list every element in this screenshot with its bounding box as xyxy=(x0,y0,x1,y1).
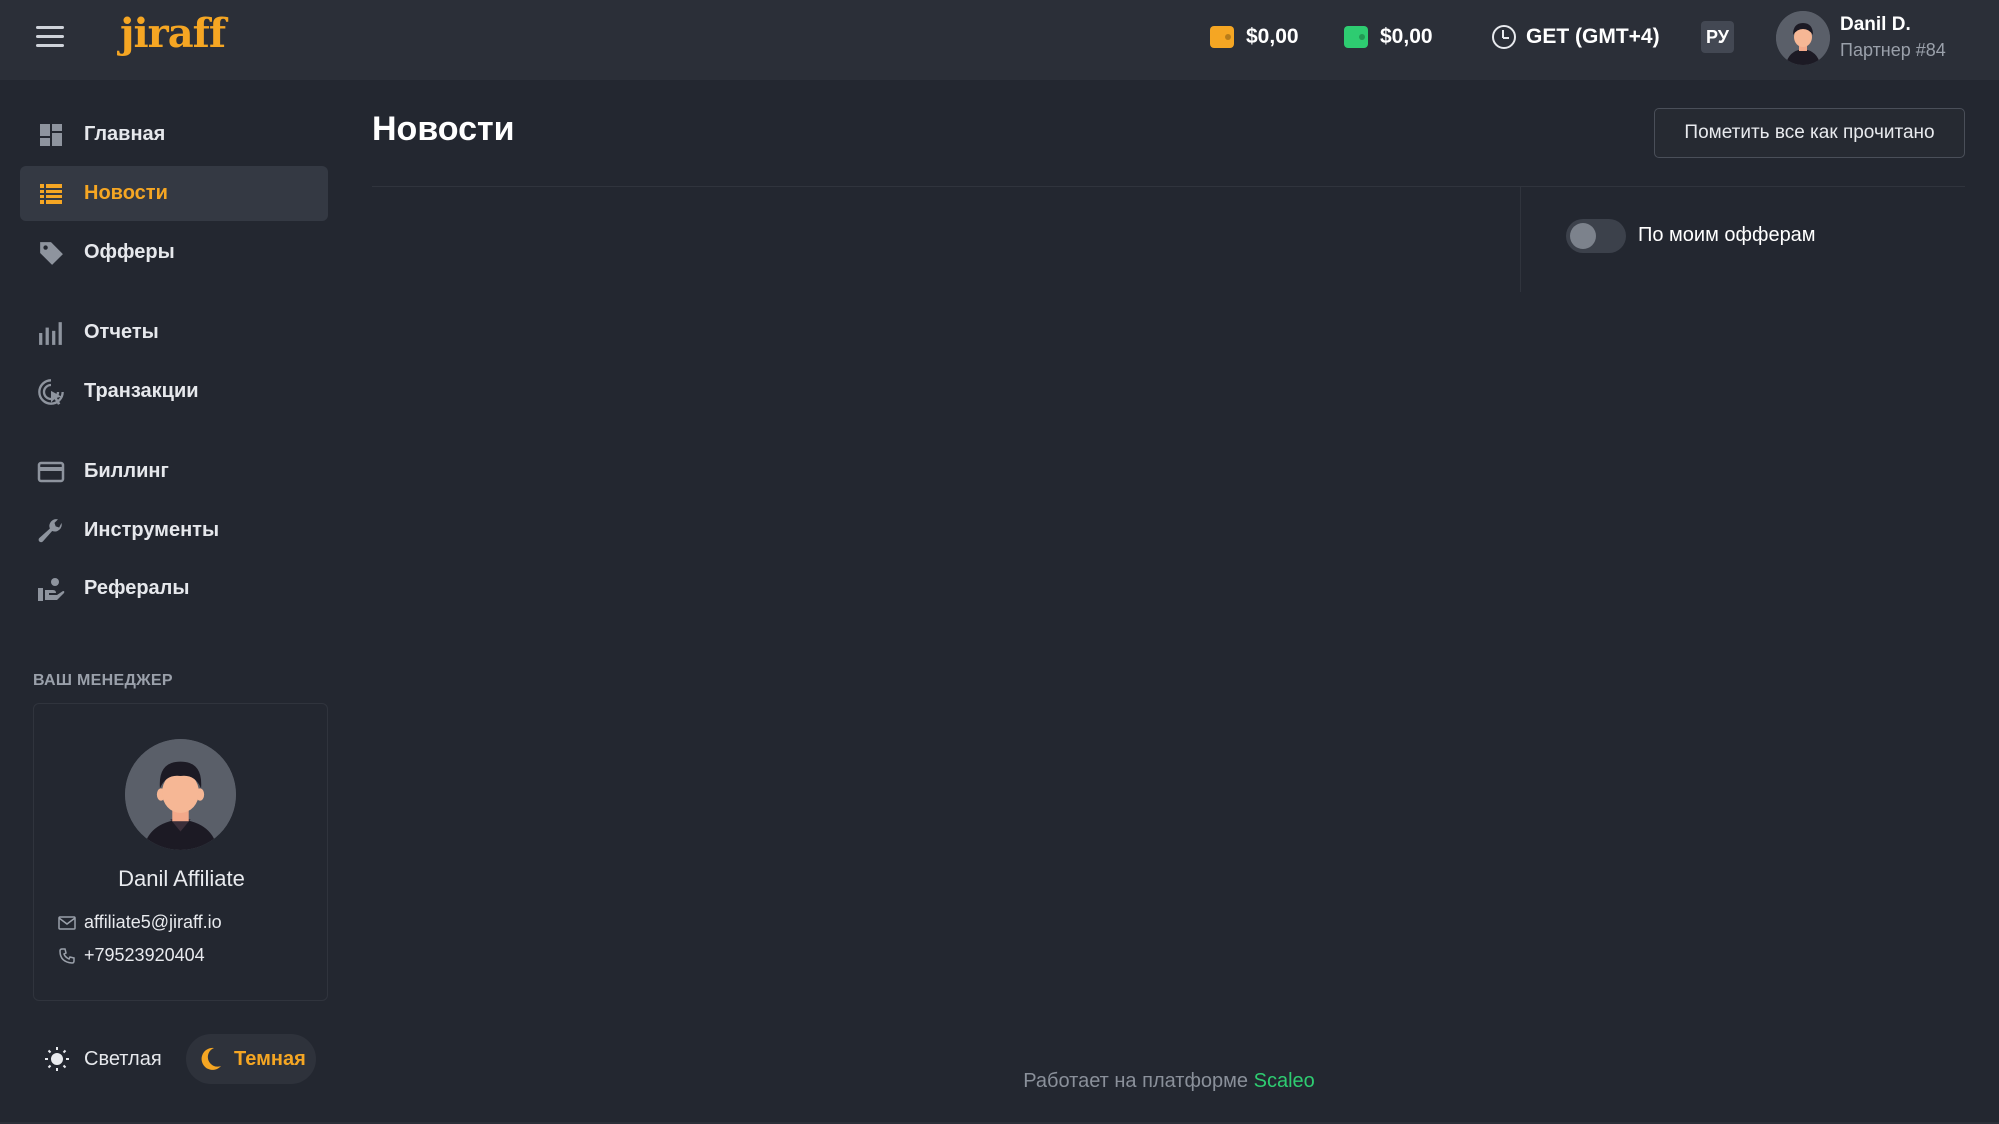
sidebar-item-news[interactable]: Новости xyxy=(20,166,328,221)
sidebar-item-transactions[interactable]: Транзакции xyxy=(20,364,328,419)
credit-card-icon xyxy=(36,457,66,487)
tag-icon xyxy=(36,238,66,268)
manager-phone[interactable]: +79523920404 xyxy=(58,945,205,966)
bar-chart-icon xyxy=(36,318,66,348)
dashboard-icon xyxy=(36,120,66,150)
sidebar-item-offers[interactable]: Офферы xyxy=(20,225,328,280)
user-name[interactable]: Danil D. xyxy=(1840,14,1911,36)
top-bar: jiraff $0,00 $0,00 GET (GMT+4) РУ Danil … xyxy=(0,0,1999,80)
manager-avatar xyxy=(125,739,236,850)
sidebar-item-label: Главная xyxy=(84,123,166,145)
sidebar-item-reports[interactable]: Отчеты xyxy=(20,305,328,360)
manager-name: Danil Affiliate xyxy=(118,866,245,891)
sidebar-item-label: Транзакции xyxy=(84,380,199,402)
sidebar-item-billing[interactable]: Биллинг xyxy=(20,444,328,499)
sidebar-item-label: Отчеты xyxy=(84,321,159,343)
mail-icon xyxy=(58,914,76,932)
sun-icon xyxy=(44,1046,70,1072)
sidebar-item-referrals[interactable]: Рефералы xyxy=(20,561,328,616)
divider xyxy=(372,186,1965,187)
clock-icon xyxy=(1492,25,1516,49)
manager-phone-value: +79523920404 xyxy=(84,945,205,965)
footer-text: Работает на платформе xyxy=(1023,1070,1249,1092)
timezone-label: GET (GMT+4) xyxy=(1526,25,1660,48)
footer-brand-link[interactable]: Scaleo xyxy=(1254,1070,1315,1092)
theme-dark-label: Темная xyxy=(234,1047,306,1070)
manager-section-title: ВАШ МЕНЕДЖЕР xyxy=(33,672,173,689)
footer: Работает на платформе Scaleo xyxy=(0,1070,1999,1093)
avatar[interactable] xyxy=(1776,11,1830,65)
menu-icon[interactable] xyxy=(36,26,64,50)
sidebar-item-label: Биллинг xyxy=(84,460,169,482)
my-offers-toggle[interactable] xyxy=(1566,219,1626,253)
balance-secondary-value: $0,00 xyxy=(1380,25,1433,48)
sidebar-item-label: Инструменты xyxy=(84,519,220,541)
toggle-knob xyxy=(1570,223,1596,249)
manager-card: Danil Affiliate affiliate5@jiraff.io +79… xyxy=(33,703,328,1001)
sidebar-item-label: Офферы xyxy=(84,241,175,263)
wrench-icon xyxy=(36,516,66,546)
theme-light-label: Светлая xyxy=(84,1047,162,1070)
balance-primary[interactable]: $0,00 xyxy=(1210,22,1299,52)
manager-email-value: affiliate5@jiraff.io xyxy=(84,912,222,932)
divider xyxy=(1520,186,1521,292)
language-selector[interactable]: РУ xyxy=(1701,21,1734,53)
sidebar-item-home[interactable]: Главная xyxy=(20,107,328,162)
page-title: Новости xyxy=(372,110,515,148)
transactions-icon xyxy=(36,377,66,407)
referrals-icon xyxy=(36,574,66,604)
wallet-icon xyxy=(1344,26,1368,48)
sidebar-item-label: Новости xyxy=(84,182,168,204)
timezone-selector[interactable]: GET (GMT+4) xyxy=(1492,22,1660,52)
wallet-icon xyxy=(1210,26,1234,48)
my-offers-toggle-label: По моим офферам xyxy=(1638,224,1816,246)
user-role: Партнер #84 xyxy=(1840,40,1946,60)
phone-icon xyxy=(58,947,76,965)
mark-all-read-button[interactable]: Пометить все как прочитано xyxy=(1654,108,1965,158)
sidebar-item-tools[interactable]: Инструменты xyxy=(20,503,328,558)
logo[interactable]: jiraff xyxy=(120,10,226,57)
balance-secondary[interactable]: $0,00 xyxy=(1344,22,1433,52)
sidebar-item-label: Рефералы xyxy=(84,577,190,599)
balance-primary-value: $0,00 xyxy=(1246,25,1299,48)
news-icon xyxy=(36,179,66,209)
moon-icon xyxy=(200,1047,222,1071)
manager-email[interactable]: affiliate5@jiraff.io xyxy=(58,912,222,933)
